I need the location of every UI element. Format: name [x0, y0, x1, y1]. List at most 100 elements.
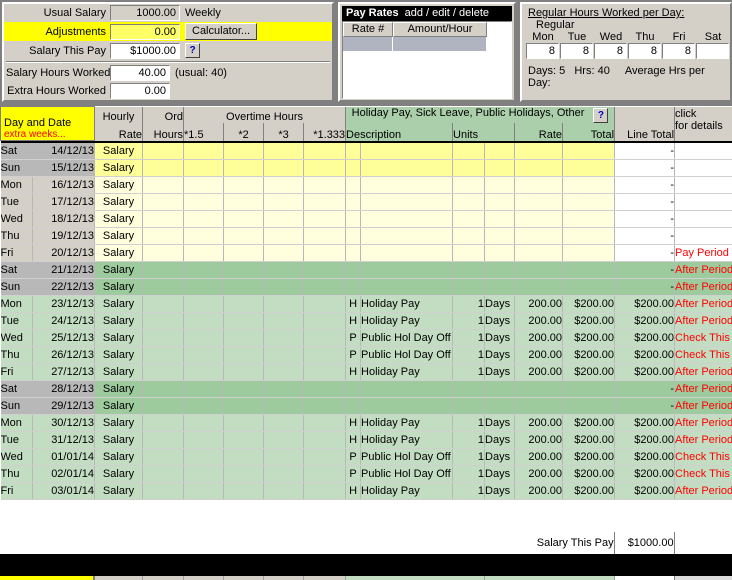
pay-rates-cell-amount[interactable]	[393, 37, 487, 51]
row-ot-2[interactable]	[224, 245, 264, 262]
row-ot-1-5[interactable]	[184, 143, 224, 160]
row-ot-1-5[interactable]	[184, 228, 224, 245]
table-row[interactable]: Sat21/12/13Salary-After Period End	[1, 262, 732, 279]
row-ot-1-333[interactable]	[304, 381, 346, 398]
row-ot-3[interactable]	[264, 296, 304, 313]
row-units-value[interactable]: 1	[453, 364, 485, 381]
row-holiday-code[interactable]	[346, 381, 361, 398]
row-ot-2[interactable]	[224, 313, 264, 330]
row-ot-3[interactable]	[264, 432, 304, 449]
row-ot-1-5[interactable]	[184, 160, 224, 177]
row-ot-2[interactable]	[224, 466, 264, 483]
row-detail-note[interactable]	[675, 194, 732, 211]
row-units-value[interactable]: 1	[453, 466, 485, 483]
row-ot-3[interactable]	[264, 262, 304, 279]
row-ot-1-333[interactable]	[304, 398, 346, 415]
row-units-value[interactable]	[453, 381, 485, 398]
hours-input-mon[interactable]: 8	[526, 43, 559, 59]
row-ord-hours[interactable]	[143, 398, 184, 415]
row-detail-note[interactable]: After Period End	[675, 313, 732, 330]
row-units-value[interactable]: 1	[453, 432, 485, 449]
row-description[interactable]: Public Hol Day Off	[361, 466, 453, 483]
extra-weeks-link[interactable]: extra weeks...	[1, 129, 94, 140]
row-detail-note[interactable]: After Period End	[675, 279, 732, 296]
row-units-value[interactable]	[453, 177, 485, 194]
row-ot-1-333[interactable]	[304, 296, 346, 313]
table-row[interactable]: Fri03/01/14SalaryHHoliday Pay1Days200.00…	[1, 483, 732, 500]
table-row[interactable]: Sat14/12/13Salary-	[1, 143, 732, 160]
row-ot-2[interactable]	[224, 262, 264, 279]
row-holiday-code[interactable]: P	[346, 449, 361, 466]
row-description[interactable]	[361, 177, 453, 194]
row-hourly-rate[interactable]: Salary	[95, 194, 143, 211]
row-holiday-code[interactable]	[346, 211, 361, 228]
row-description[interactable]	[361, 228, 453, 245]
row-description[interactable]	[361, 194, 453, 211]
row-holiday-code[interactable]	[346, 245, 361, 262]
row-detail-note[interactable]: After Period End	[675, 432, 732, 449]
table-row[interactable]: Wed25/12/13SalaryPPublic Hol Day Off1Day…	[1, 330, 732, 347]
row-ord-hours[interactable]	[143, 381, 184, 398]
table-row[interactable]: Mon16/12/13Salary-	[1, 177, 732, 194]
row-hourly-rate[interactable]: Salary	[95, 432, 143, 449]
row-rate[interactable]	[515, 279, 563, 296]
hours-input-thu[interactable]: 8	[628, 43, 661, 59]
row-hourly-rate[interactable]: Salary	[95, 143, 143, 160]
row-detail-note[interactable]: After Period End	[675, 381, 732, 398]
row-ot-2[interactable]	[224, 449, 264, 466]
row-ot-1-333[interactable]	[304, 279, 346, 296]
row-ord-hours[interactable]	[143, 211, 184, 228]
row-ot-1-5[interactable]	[184, 449, 224, 466]
row-description[interactable]: Public Hol Day Off	[361, 449, 453, 466]
row-ord-hours[interactable]	[143, 313, 184, 330]
row-ot-1-5[interactable]	[184, 364, 224, 381]
row-ot-3[interactable]	[264, 330, 304, 347]
row-rate[interactable]: 200.00	[515, 415, 563, 432]
row-holiday-code[interactable]	[346, 398, 361, 415]
row-detail-note[interactable]	[675, 160, 732, 177]
row-rate[interactable]: 200.00	[515, 483, 563, 500]
row-ot-2[interactable]	[224, 483, 264, 500]
row-holiday-code[interactable]: H	[346, 483, 361, 500]
row-ord-hours[interactable]	[143, 483, 184, 500]
pay-rates-actions[interactable]: add / edit / delete	[399, 7, 489, 19]
row-description[interactable]: Public Hol Day Off	[361, 347, 453, 364]
row-hourly-rate[interactable]: Salary	[95, 245, 143, 262]
row-ot-2[interactable]	[224, 143, 264, 160]
row-rate[interactable]: 200.00	[515, 296, 563, 313]
row-ot-3[interactable]	[264, 398, 304, 415]
row-ot-1-5[interactable]	[184, 177, 224, 194]
row-description[interactable]	[361, 398, 453, 415]
row-description[interactable]	[361, 160, 453, 177]
row-ot-3[interactable]	[264, 211, 304, 228]
row-detail-note[interactable]: Check This	[675, 466, 732, 483]
row-ord-hours[interactable]	[143, 228, 184, 245]
row-ord-hours[interactable]	[143, 364, 184, 381]
row-units-value[interactable]	[453, 245, 485, 262]
row-ot-2[interactable]	[224, 381, 264, 398]
row-ot-3[interactable]	[264, 143, 304, 160]
row-detail-note[interactable]: After Period End	[675, 483, 732, 500]
row-ot-3[interactable]	[264, 313, 304, 330]
row-units-value[interactable]	[453, 194, 485, 211]
row-description[interactable]: Holiday Pay	[361, 432, 453, 449]
header-day-and-date[interactable]: Day and Date extra weeks...	[1, 107, 95, 141]
row-ot-1-333[interactable]	[304, 160, 346, 177]
table-row[interactable]: Thu19/12/13Salary-	[1, 228, 732, 245]
row-ot-3[interactable]	[264, 449, 304, 466]
row-ot-1-333[interactable]	[304, 228, 346, 245]
row-ot-3[interactable]	[264, 347, 304, 364]
row-detail-note[interactable]	[675, 177, 732, 194]
row-ot-2[interactable]	[224, 228, 264, 245]
row-description[interactable]	[361, 143, 453, 160]
usual-salary-field[interactable]: 1000.00	[110, 5, 180, 21]
row-detail-note[interactable]: After Period End	[675, 262, 732, 279]
row-ot-3[interactable]	[264, 364, 304, 381]
row-detail-note[interactable]: Check This	[675, 449, 732, 466]
row-hourly-rate[interactable]: Salary	[95, 160, 143, 177]
row-holiday-code[interactable]: H	[346, 364, 361, 381]
row-description[interactable]: Holiday Pay	[361, 415, 453, 432]
row-holiday-code[interactable]	[346, 262, 361, 279]
row-units-value[interactable]: 1	[453, 415, 485, 432]
row-ord-hours[interactable]	[143, 415, 184, 432]
